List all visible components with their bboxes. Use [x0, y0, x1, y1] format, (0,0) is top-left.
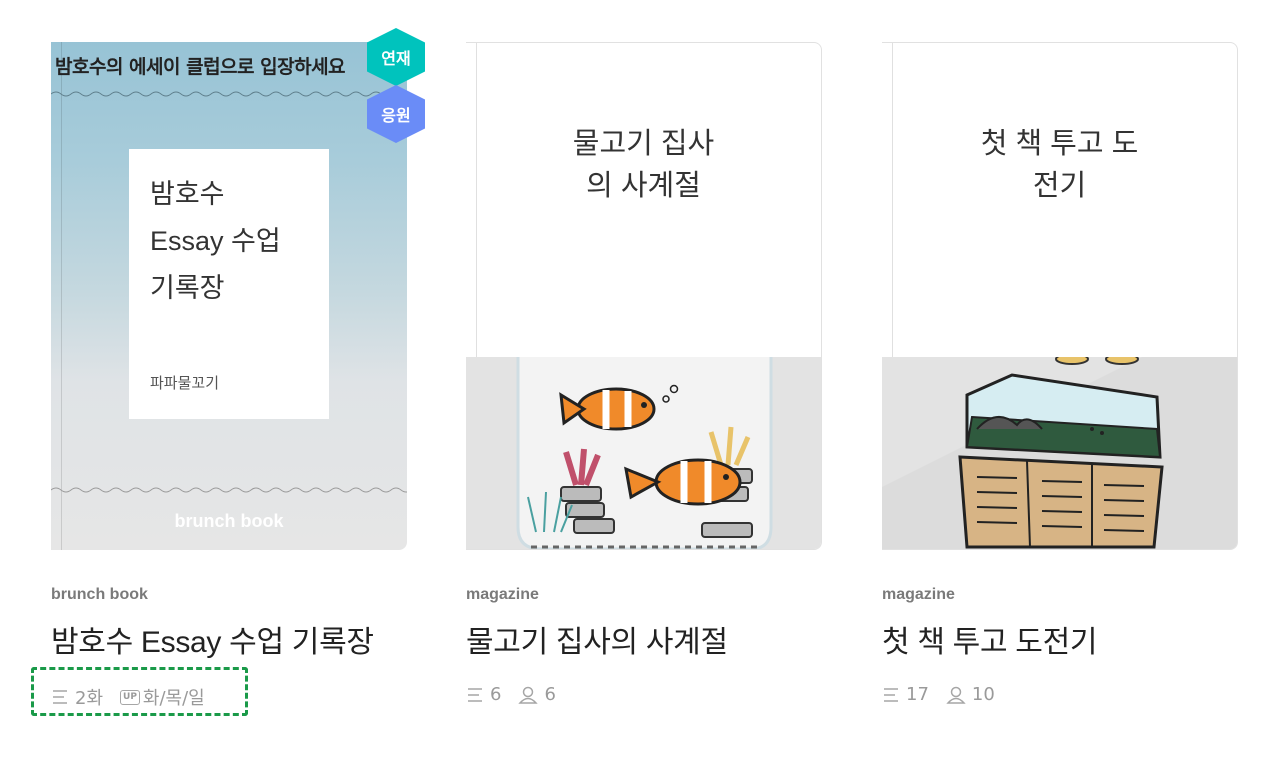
card-stats: 17 10 [882, 684, 1097, 705]
cover-illustration-clownfish [466, 357, 821, 549]
book-card-first-book[interactable]: 첫 책 투고 도 전기 magazine 첫 책 투고 도전기 17 10 [882, 42, 1238, 705]
card-title[interactable]: 물고기 집사의 사계절 [466, 617, 728, 661]
person-icon [518, 686, 539, 704]
highlight-dashed-box [31, 667, 248, 716]
cover-top-text: 밤호수의 에세이 클럽으로 입장하세요 [55, 56, 346, 78]
cover-author: 파파물꼬기 [150, 374, 220, 392]
book-cover[interactable]: 밤호수의 에세이 클럽으로 입장하세요 밤호수 Essay 수업 기록장 파파물… [51, 42, 407, 550]
cover-inner-title: 밤호수 Essay 수업 기록장 [150, 179, 281, 303]
episode-count: 6 [466, 684, 501, 705]
card-meta: magazine 물고기 집사의 사계절 6 6 [466, 586, 728, 705]
cover-inner-title: 물고기 집사 의 사계절 [572, 128, 715, 202]
subscriber-count-value: 10 [971, 684, 995, 705]
episode-count-value: 6 [490, 684, 502, 705]
person-icon [946, 686, 966, 704]
subscriber-count-value: 6 [544, 684, 556, 705]
card-title[interactable]: 밤호수 Essay 수업 기록장 [51, 617, 374, 661]
cover-illustration-aquarium [882, 357, 1237, 549]
cover-brunch-book-label: brunch book [174, 511, 284, 531]
book-card-fish-keeper[interactable]: 물고기 집사 의 사계절 magazine 물고기 집사의 사계절 6 6 [466, 42, 822, 705]
card-type-label: magazine [466, 586, 539, 603]
aquarium-stand-image [882, 357, 1237, 549]
wave-divider-bottom [51, 487, 407, 493]
cover-inner-title: 첫 책 투고 도 전기 [980, 128, 1139, 202]
card-type-label: brunch book [51, 586, 148, 603]
card-type-label: magazine [882, 586, 955, 603]
book-cover[interactable]: 첫 책 투고 도 전기 [882, 42, 1238, 550]
wave-divider-top [51, 91, 407, 97]
episode-count-value: 17 [906, 684, 929, 705]
card-stats: 6 6 [466, 684, 728, 705]
episode-count: 17 [882, 684, 929, 705]
subscriber-count: 6 [518, 684, 556, 705]
cover-spine [61, 42, 62, 550]
card-meta: magazine 첫 책 투고 도전기 17 10 [882, 586, 1098, 705]
clownfish-tank-image [516, 357, 773, 549]
book-cover[interactable]: 물고기 집사 의 사계절 [466, 42, 822, 550]
cover-inner-panel: 밤호수 Essay 수업 기록장 파파물꼬기 [129, 149, 329, 419]
subscriber-count: 10 [946, 684, 995, 705]
book-card-bamhosu[interactable]: 밤호수의 에세이 클럽으로 입장하세요 밤호수 Essay 수업 기록장 파파물… [51, 28, 425, 709]
card-title[interactable]: 첫 책 투고 도전기 [882, 617, 1098, 661]
list-icon [884, 687, 898, 702]
list-icon [468, 687, 482, 702]
